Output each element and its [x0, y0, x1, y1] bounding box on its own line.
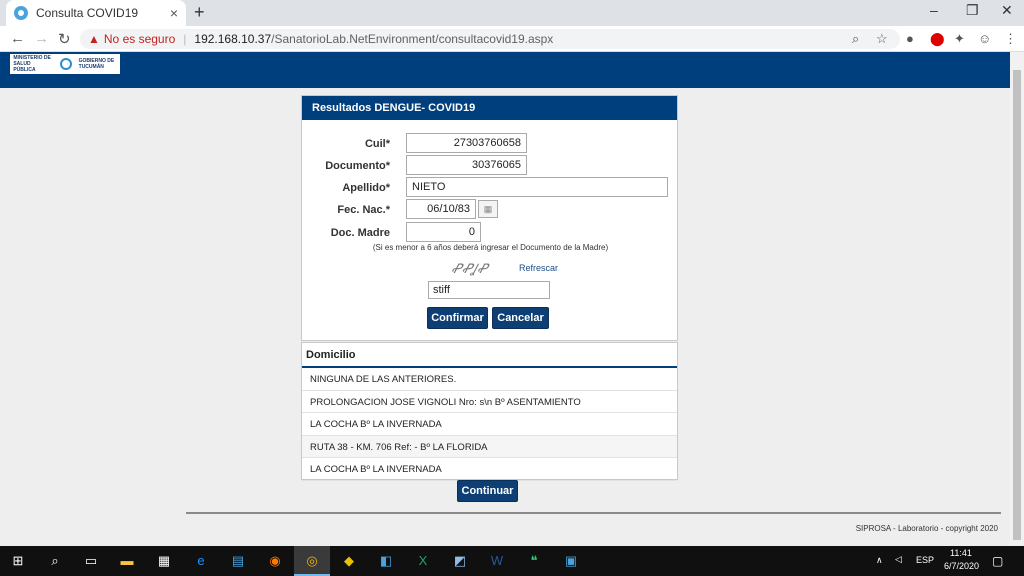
app-icon[interactable]: ◆ — [340, 552, 358, 570]
browser-toolbar: ← → ↻ ▲ No es seguro | 192.168.10.37/San… — [0, 26, 1024, 52]
list-item[interactable]: LA COCHA Bº LA INVERNADA — [302, 458, 677, 481]
tab-close-icon[interactable]: × — [170, 5, 178, 21]
zoom-icon[interactable]: ⌕ — [852, 31, 859, 47]
footer-copyright: SIPROSA - Laboratorio - copyright 2020 — [855, 524, 998, 533]
list-item[interactable]: RUTA 38 - KM. 706 Ref: - Bº LA FLORIDA — [302, 435, 677, 458]
footer-divider — [186, 512, 1001, 514]
domicilio-title: Domicilio — [302, 343, 677, 368]
word-icon[interactable]: W — [488, 552, 506, 570]
browser-tab[interactable]: Consulta COVID19 × — [6, 0, 186, 26]
ministry-logo: MINISTERIO DE SALUD PÚBLICA GOBIERNO DE … — [10, 54, 120, 74]
browser-tab-strip: Consulta COVID19 × + – ❐ ✕ — [0, 0, 1024, 26]
list-item[interactable]: LA COCHA Bº LA INVERNADA — [302, 413, 677, 436]
remote-desktop-icon[interactable]: ◧ — [377, 552, 395, 570]
list-item[interactable]: NINGUNA DE LAS ANTERIORES. — [302, 368, 677, 391]
refresh-captcha-link[interactable]: Refrescar — [519, 263, 558, 273]
site-favicon-icon — [14, 6, 28, 20]
page-scrollbar[interactable] — [1010, 52, 1024, 546]
fecnac-label: Fec. Nac.* — [337, 204, 390, 216]
confirm-button[interactable]: Confirmar — [427, 307, 488, 329]
apellido-label: Apellido* — [342, 182, 390, 194]
logo-gov-text: GOBIERNO DE TUCUMÁN — [78, 58, 115, 70]
url-path: /SanatorioLab.NetEnvironment/consultacov… — [271, 32, 554, 46]
close-window-button[interactable]: ✕ — [1001, 2, 1013, 19]
windows-start-icon[interactable]: ⊞ — [9, 552, 27, 570]
cancel-button[interactable]: Cancelar — [492, 307, 549, 329]
firefox-icon[interactable]: ◉ — [266, 552, 284, 570]
hangouts-icon[interactable]: ❝ — [525, 552, 543, 570]
not-secure-label: No es seguro — [103, 32, 176, 46]
docmadre-field[interactable]: 0 — [406, 222, 481, 242]
docmadre-label: Doc. Madre — [330, 227, 390, 239]
new-tab-button[interactable]: + — [194, 2, 205, 23]
calendar-icon[interactable]: ▦ — [478, 200, 498, 218]
documento-label: Documento* — [325, 160, 390, 172]
reload-icon[interactable]: ↻ — [58, 30, 71, 48]
forward-arrow-icon[interactable]: → — [34, 30, 49, 47]
fecnac-field[interactable]: 06/10/83 — [406, 199, 476, 219]
edge-icon[interactable]: e — [192, 552, 210, 570]
excel-icon[interactable]: X — [414, 552, 432, 570]
chrome-icon[interactable]: ◎ — [303, 552, 321, 570]
volume-icon[interactable]: ◁ — [895, 554, 902, 565]
gov-emblem-icon — [59, 58, 72, 70]
windows-taskbar: ⊞ ⌕ ▭ ▬ ▦ e ▤ ◉ ◎ ◆ ◧ X ◩ W ❝ ▣ ∧ ◁ ESP … — [0, 546, 1024, 576]
calculator-icon[interactable]: ▦ — [155, 552, 173, 570]
notifications-icon[interactable]: ▢ — [992, 554, 1003, 568]
bookmark-star-icon[interactable]: ☆ — [876, 31, 888, 47]
logo-ministry-text: MINISTERIO DE SALUD PÚBLICA — [13, 55, 51, 73]
puzzle-extensions-icon[interactable]: ✦ — [954, 31, 965, 47]
notes-icon[interactable]: ◩ — [451, 552, 469, 570]
tray-chevron-icon[interactable]: ∧ — [876, 555, 883, 566]
domicilio-panel: Domicilio NINGUNA DE LAS ANTERIORES. PRO… — [301, 342, 678, 481]
task-view-icon[interactable]: ▭ — [82, 552, 100, 570]
restore-button[interactable]: ❐ — [966, 2, 979, 19]
menu-kebab-icon[interactable]: ⋮ — [1004, 31, 1017, 47]
minor-hint-text: (Si es menor a 6 años deberá ingresar el… — [372, 243, 609, 252]
continue-button[interactable]: Continuar — [457, 480, 518, 502]
language-indicator[interactable]: ESP — [916, 555, 934, 565]
tab-title: Consulta COVID19 — [36, 6, 139, 20]
results-panel: Resultados DENGUE- COVID19 Cuil* 2730376… — [301, 95, 678, 341]
documento-field[interactable]: 30376065 — [406, 155, 527, 175]
warning-icon: ▲ — [88, 32, 100, 46]
search-icon[interactable]: ⌕ — [46, 552, 64, 570]
list-item[interactable]: PROLONGACION JOSE VIGNOLI Nro: s\n Bº AS… — [302, 391, 677, 413]
profile-avatar-icon[interactable]: ☺ — [978, 31, 991, 46]
store-icon[interactable]: ▤ — [229, 552, 247, 570]
captcha-input[interactable]: stiff — [428, 281, 550, 299]
captcha-image: ꝒꝒꞲꝒ — [449, 262, 490, 277]
file-explorer-icon[interactable]: ▬ — [118, 552, 136, 570]
extension-icon[interactable]: ● — [906, 31, 914, 46]
minimize-button[interactable]: – — [930, 2, 938, 18]
clock-time[interactable]: 11:41 — [950, 548, 972, 558]
site-header: MINISTERIO DE SALUD PÚBLICA GOBIERNO DE … — [0, 52, 1010, 88]
address-bar[interactable]: ▲ No es seguro | 192.168.10.37/Sanatorio… — [80, 29, 900, 49]
cuil-field[interactable]: 27303760658 — [406, 133, 527, 153]
opera-extension-icon[interactable]: ⬤ — [930, 31, 945, 47]
network-app-icon[interactable]: ▣ — [562, 552, 580, 570]
url-host: 192.168.10.37 — [194, 32, 272, 46]
back-arrow-icon[interactable]: ← — [10, 30, 25, 47]
panel-title: Resultados DENGUE- COVID19 — [302, 96, 677, 120]
apellido-field[interactable]: NIETO — [406, 177, 668, 197]
cuil-label: Cuil* — [364, 138, 390, 150]
clock-date[interactable]: 6/7/2020 — [944, 561, 979, 571]
scrollbar-thumb[interactable] — [1013, 70, 1021, 540]
address-separator: | — [183, 32, 187, 46]
